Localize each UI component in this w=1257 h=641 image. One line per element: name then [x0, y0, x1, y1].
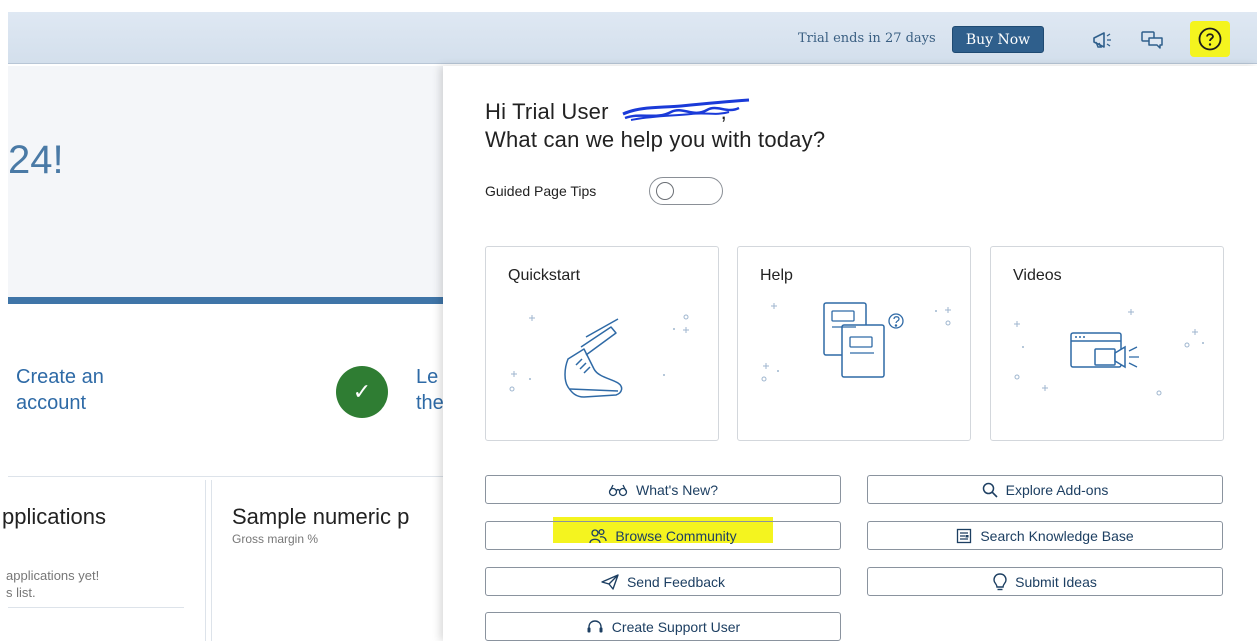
tile-help[interactable]: Help — [737, 246, 971, 441]
step-learn-line1: Le — [416, 366, 439, 388]
submit-ideas-label: Submit Ideas — [1015, 573, 1097, 590]
megaphone-icon[interactable] — [1086, 24, 1118, 56]
glasses-icon — [608, 483, 628, 497]
tile-help-title: Help — [760, 267, 793, 284]
welcome-title: 24! — [8, 138, 64, 182]
applications-card-title: pplications — [2, 504, 106, 529]
greeting-line1: Hi Trial User — [485, 99, 609, 124]
sample-numeric-subtitle: Gross margin % — [232, 532, 319, 546]
whats-new-button[interactable]: What's New? — [485, 475, 841, 504]
community-icon — [589, 528, 607, 544]
banner-accent-bar — [8, 297, 448, 304]
step-create-account[interactable]: Create an account — [16, 364, 104, 416]
step-learn-line2: the — [416, 392, 444, 414]
create-support-user-label: Create Support User — [611, 618, 741, 635]
whats-new-label: What's New? — [635, 481, 719, 498]
card-divider — [8, 607, 184, 608]
step-create-account-line1: Create an — [16, 366, 104, 388]
headset-icon — [586, 619, 604, 635]
tile-videos[interactable]: Videos — [990, 246, 1224, 441]
help-panel: Hi Trial User, What can we help you with… — [443, 66, 1257, 641]
sample-numeric-title: Sample numeric p — [232, 504, 410, 529]
tile-videos-title: Videos — [1013, 267, 1062, 284]
shoe-icon — [509, 314, 689, 398]
lightbulb-icon — [993, 572, 1007, 591]
section-divider — [8, 476, 448, 477]
greeting-line2: What can we help you with today? — [485, 127, 826, 152]
submit-ideas-button[interactable]: Submit Ideas — [867, 567, 1223, 596]
redaction-scribble — [622, 98, 750, 121]
search-icon — [982, 482, 998, 498]
search-knowledge-base-label: Search Knowledge Base — [980, 527, 1134, 544]
video-icon — [1014, 309, 1204, 396]
applications-card-text1: applications yet! — [6, 568, 100, 583]
guided-page-tips-label: Guided Page Tips — [485, 183, 597, 199]
guided-page-tips-toggle[interactable] — [649, 177, 723, 205]
welcome-banner: 24! — [8, 66, 448, 300]
home-page-background: 24! Create an account ✓ Le the pplicatio… — [2, 66, 451, 641]
browse-community-label: Browse Community — [615, 527, 737, 544]
step-create-account-line2: account — [16, 392, 87, 414]
applications-card: pplications applications yet! s list. — [2, 480, 206, 641]
chat-icon[interactable] — [1136, 24, 1168, 56]
sample-numeric-card: Sample numeric p Gross margin % — [211, 480, 451, 641]
app-root: Trial ends in 27 days Buy Now 24! Create… — [0, 0, 1257, 641]
send-feedback-label: Send Feedback — [626, 573, 726, 590]
trial-status: Trial ends in 27 days — [798, 31, 936, 46]
documents-icon — [761, 302, 951, 382]
browse-community-button[interactable]: Browse Community — [485, 521, 841, 550]
explore-addons-label: Explore Add-ons — [1005, 481, 1109, 498]
shell-bar: Trial ends in 27 days Buy Now — [8, 12, 1257, 64]
applications-card-text2: s list. — [6, 585, 36, 600]
explore-addons-button[interactable]: Explore Add-ons — [867, 475, 1223, 504]
create-support-user-button[interactable]: Create Support User — [485, 612, 841, 641]
help-icon[interactable] — [1190, 21, 1230, 57]
toggle-knob — [656, 182, 674, 200]
buy-now-button[interactable]: Buy Now — [952, 26, 1044, 53]
step-learn[interactable]: Le the — [416, 364, 444, 416]
tile-quickstart-title: Quickstart — [508, 267, 581, 284]
send-feedback-button[interactable]: Send Feedback — [485, 567, 841, 596]
tile-quickstart[interactable]: Quickstart — [485, 246, 719, 441]
knowledge-base-icon — [956, 528, 972, 544]
search-knowledge-base-button[interactable]: Search Knowledge Base — [867, 521, 1223, 550]
paper-plane-icon — [601, 573, 619, 590]
checkmark-icon: ✓ — [336, 366, 388, 418]
